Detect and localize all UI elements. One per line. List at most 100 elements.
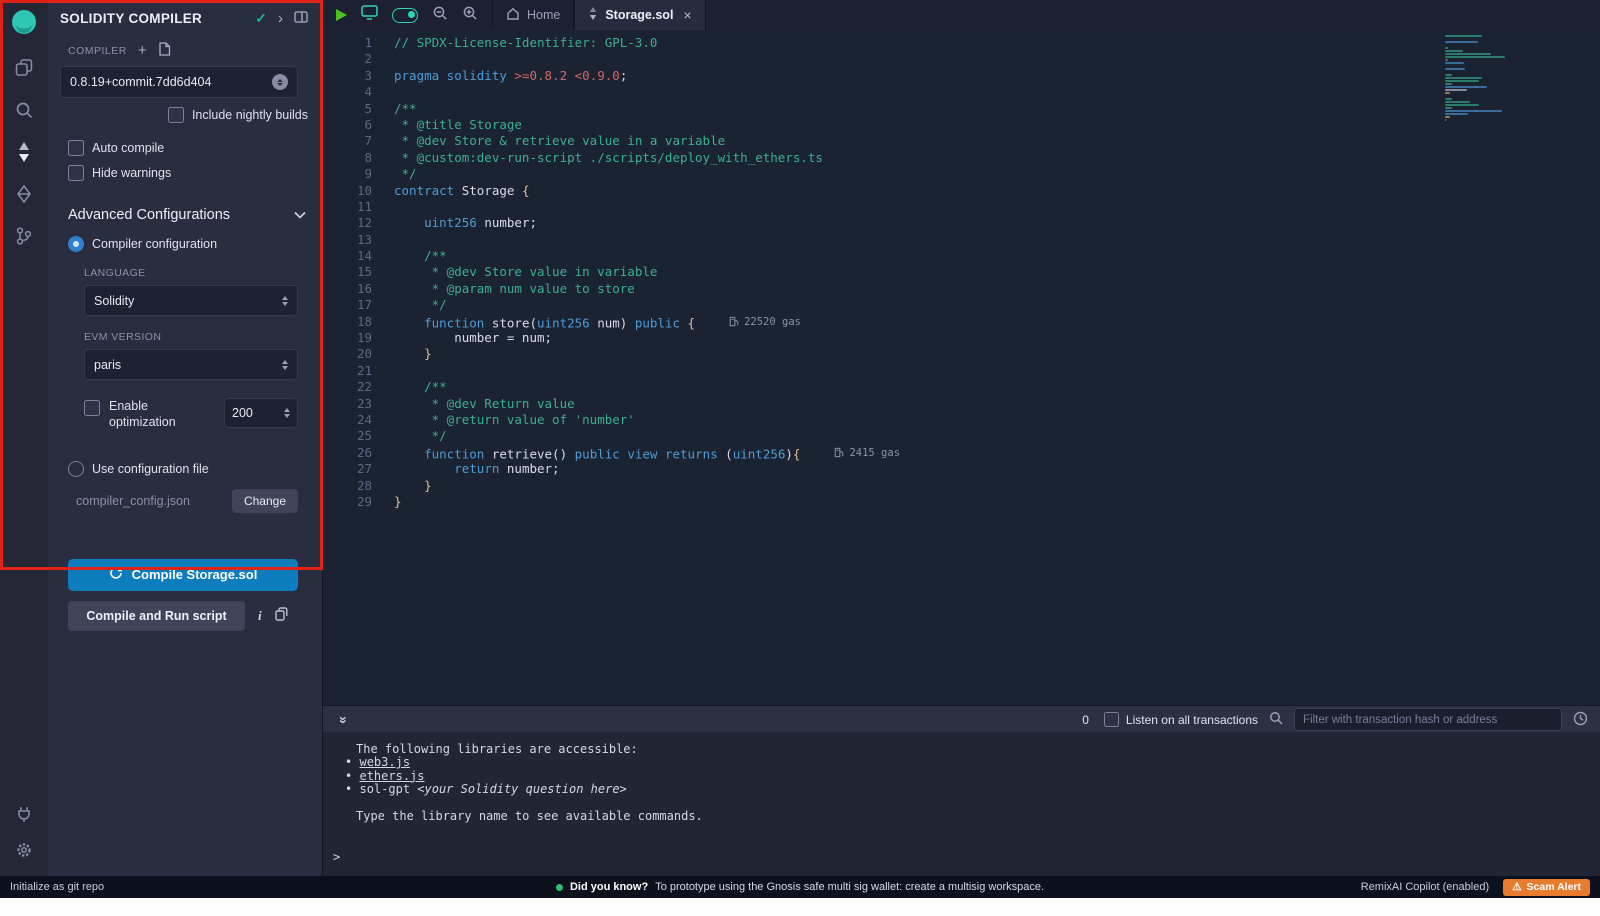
code-line: * @title Storage [394, 117, 1505, 133]
line-number: 21 [322, 363, 372, 379]
terminal-search-icon[interactable] [1269, 711, 1283, 728]
minimap-line [1445, 119, 1446, 121]
include-nightly-checkbox[interactable] [168, 107, 184, 123]
optimization-runs-input[interactable]: 200 [224, 398, 298, 428]
auto-compile-label: Auto compile [92, 141, 164, 155]
compiler-config-radio[interactable] [68, 236, 84, 252]
use-config-file-radio[interactable] [68, 461, 84, 477]
search-icon[interactable] [12, 100, 36, 120]
line-number: 15 [322, 264, 372, 280]
hide-warnings-label: Hide warnings [92, 166, 171, 180]
minimap[interactable] [1445, 35, 1517, 122]
code-line: * @dev Store & retrieve value in a varia… [394, 133, 1505, 149]
open-file-icon[interactable] [158, 42, 171, 59]
code-line: } [394, 346, 1505, 362]
code-line: uint256 number; [394, 215, 1505, 231]
line-number: 12 [322, 215, 372, 231]
minimap-line [1445, 35, 1482, 37]
evm-version-label: EVM VERSION [84, 331, 298, 343]
minimap-line [1445, 83, 1452, 85]
run-script-play-icon[interactable] [336, 9, 347, 21]
pending-clock-icon[interactable] [1573, 711, 1588, 729]
tip-icon [556, 884, 563, 891]
chevron-right-icon[interactable]: › [278, 14, 283, 24]
tab-storage-sol[interactable]: Storage.sol × [574, 0, 705, 30]
remix-logo-icon[interactable] [9, 7, 39, 42]
use-config-file-label: Use configuration file [92, 462, 209, 476]
icon-sidebar [0, 0, 48, 876]
line-number: 26 [322, 445, 372, 461]
line-number: 6 [322, 117, 372, 133]
scam-alert-badge[interactable]: ⚠ Scam Alert [1503, 879, 1590, 896]
chevron-down-icon[interactable] [294, 207, 306, 223]
include-nightly-label: Include nightly builds [192, 108, 308, 122]
line-numbers: 1234567891011121314151617181920212223242… [322, 35, 372, 510]
code-line: * @return value of 'number' [394, 412, 1505, 428]
transaction-count: 0 [1082, 713, 1089, 727]
panel-layout-icon[interactable] [294, 11, 308, 26]
copy-icon[interactable] [275, 607, 288, 624]
copilot-status[interactable]: RemixAI Copilot (enabled) [1361, 881, 1489, 893]
editor-toggle-switch[interactable] [392, 8, 418, 23]
listen-transactions-checkbox[interactable] [1104, 712, 1119, 727]
add-compiler-icon[interactable]: + [138, 46, 147, 56]
tab-home[interactable]: Home [492, 0, 574, 30]
line-number: 18 [322, 314, 372, 330]
gas-estimate-badge: 2415 gas [834, 445, 900, 461]
terminal-list-item: • sol-gpt <your Solidity question here> [332, 783, 1600, 796]
line-number: 4 [322, 84, 372, 100]
settings-gear-icon[interactable] [12, 840, 36, 860]
evm-version-select[interactable]: paris [84, 349, 298, 380]
auto-compile-checkbox[interactable] [68, 140, 84, 156]
compiler-config-radio-label: Compiler configuration [92, 237, 217, 251]
line-number: 16 [322, 281, 372, 297]
line-number: 10 [322, 183, 372, 199]
language-select[interactable]: Solidity [84, 285, 298, 316]
code-line: * @dev Store value in variable [394, 264, 1505, 280]
line-number: 7 [322, 133, 372, 149]
change-config-button[interactable]: Change [232, 489, 298, 513]
ethers-link[interactable]: ethers.js [359, 769, 424, 783]
evm-version-value: paris [94, 358, 121, 372]
spinner-arrows-icon[interactable] [284, 408, 290, 418]
hide-warnings-checkbox[interactable] [68, 165, 84, 181]
line-number: 22 [322, 379, 372, 395]
compile-run-button[interactable]: Compile and Run script [68, 601, 245, 631]
terminal-prompt[interactable]: > [332, 850, 1600, 864]
terminal-output[interactable]: The following libraries are accessible: … [322, 732, 1600, 876]
file-explorer-icon[interactable] [12, 58, 36, 78]
plugin-manager-icon[interactable] [12, 804, 36, 824]
solidity-compiler-icon[interactable] [12, 142, 36, 162]
compiler-version-value: 0.8.19+commit.7dd6d404 [70, 75, 211, 89]
enable-optimization-label: Enable optimization [109, 398, 176, 431]
git-icon[interactable] [12, 226, 36, 246]
solidity-file-icon [588, 7, 598, 23]
line-number: 23 [322, 396, 372, 412]
code-editor[interactable]: 1234567891011121314151617181920212223242… [322, 30, 1600, 705]
select-arrows-icon [282, 296, 288, 306]
minimap-line [1445, 101, 1470, 103]
line-number: 1 [322, 35, 372, 51]
terminal-list-item: • web3.js [332, 756, 1600, 769]
zoom-out-icon[interactable] [432, 5, 448, 26]
git-init-status[interactable]: Initialize as git repo [10, 881, 104, 893]
info-icon[interactable]: i [258, 608, 262, 624]
minimap-line [1445, 59, 1448, 61]
compiler-version-select[interactable]: 0.8.19+commit.7dd6d404 [60, 66, 298, 98]
compile-button[interactable]: Compile Storage.sol [68, 559, 298, 591]
web3-link[interactable]: web3.js [359, 755, 410, 769]
line-number: 17 [322, 297, 372, 313]
enable-optimization-checkbox[interactable] [84, 400, 100, 416]
refresh-icon [109, 566, 123, 583]
script-runner-monitor-icon[interactable] [361, 5, 378, 25]
close-tab-icon[interactable]: × [683, 7, 691, 23]
version-stepper-icon [272, 74, 288, 90]
filter-input[interactable] [1294, 708, 1562, 731]
code-line: /** [394, 379, 1505, 395]
remix-ide: SOLIDITY COMPILER ✓ › COMPILER + 0.8.19+… [0, 0, 1600, 916]
zoom-in-icon[interactable] [462, 5, 478, 26]
terminal-collapse-icon[interactable]: » [336, 716, 352, 724]
deploy-run-icon[interactable] [12, 184, 36, 204]
bullet-icon: • [345, 782, 352, 796]
minimap-line [1445, 47, 1448, 49]
